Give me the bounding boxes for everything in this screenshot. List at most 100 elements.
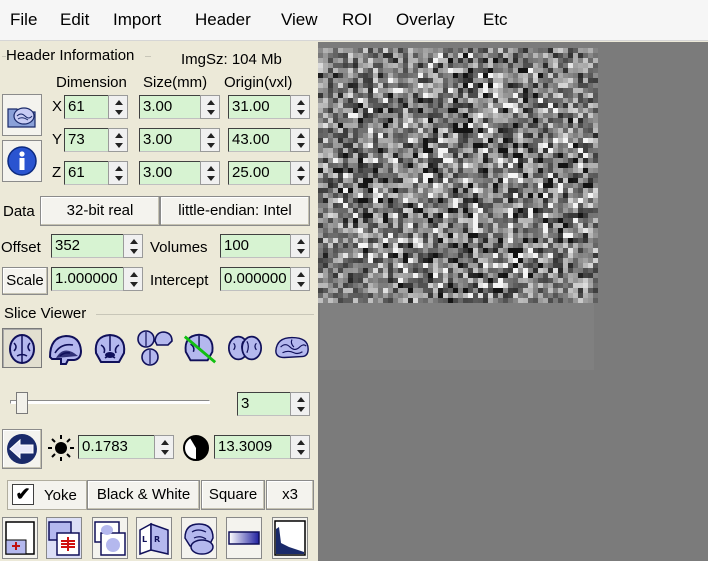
menu-import[interactable]: Import <box>113 10 161 30</box>
volume-spinner[interactable] <box>290 392 310 416</box>
volumes-spinner[interactable] <box>290 234 310 258</box>
oblique-view-icon <box>183 333 217 364</box>
colorbar-icon <box>228 531 260 545</box>
sagittal-view-button[interactable] <box>45 328 85 368</box>
offset-spinner[interactable] <box>123 234 143 258</box>
volume-field[interactable]: 3 <box>237 392 290 416</box>
multiplanar-view-button[interactable] <box>135 328 175 368</box>
render-view-icon <box>275 336 309 359</box>
menu-etc[interactable]: Etc <box>483 10 508 30</box>
toolbar-crosshair-button[interactable] <box>46 517 82 559</box>
contrast-field[interactable]: 13.3009 <box>214 435 290 459</box>
brightness-spinner[interactable] <box>154 435 174 459</box>
scale-spinner[interactable] <box>123 267 143 291</box>
shape-button[interactable]: Square <box>201 480 265 510</box>
toolbar-orientation-button[interactable]: L R <box>136 517 172 559</box>
axial-view-button[interactable] <box>2 328 42 368</box>
info-icon <box>7 146 37 176</box>
dimension-z-field[interactable]: 61 <box>64 161 108 185</box>
size-y-spinner[interactable] <box>200 128 220 152</box>
menu-roi[interactable]: ROI <box>342 10 372 30</box>
mosaic-view-button[interactable] <box>225 328 265 368</box>
scale-field[interactable]: 1.000000 <box>51 267 123 291</box>
size-x-field[interactable]: 3.00 <box>139 95 200 119</box>
offset-label: Offset <box>1 239 41 256</box>
header-info-title: Header Information <box>6 47 135 64</box>
size-z-field[interactable]: 3.00 <box>139 161 200 185</box>
sagittal-view-icon <box>48 334 83 365</box>
menu-view[interactable]: View <box>281 10 318 30</box>
dimension-z-spinner[interactable] <box>108 161 128 185</box>
intercept-spinner[interactable] <box>290 267 310 291</box>
toolbar-histogram-button[interactable] <box>272 517 308 559</box>
toolbar-slice-button[interactable] <box>2 517 38 559</box>
reset-view-button[interactable] <box>2 429 42 469</box>
contrast-spinner[interactable] <box>290 435 310 459</box>
slice-slider-thumb[interactable] <box>15 392 28 414</box>
size-y-field[interactable]: 3.00 <box>139 128 200 152</box>
datatype-button[interactable]: 32-bit real <box>40 196 160 226</box>
check-icon: ✔ <box>15 484 31 504</box>
origin-x-spinner[interactable] <box>290 95 310 119</box>
scale-button[interactable]: Scale <box>2 267 48 295</box>
intercept-label: Intercept <box>150 272 209 289</box>
slice-viewer-title: Slice Viewer <box>4 305 87 322</box>
svg-text:R: R <box>154 535 160 544</box>
svg-text:L: L <box>142 535 147 544</box>
menu-header[interactable]: Header <box>195 10 251 30</box>
coronal-view-icon <box>94 333 126 363</box>
coronal-view-button[interactable] <box>90 328 130 368</box>
toolbar-overlay-button[interactable] <box>92 517 128 559</box>
menu-overlay[interactable]: Overlay <box>396 10 455 30</box>
dimension-x-field[interactable]: 61 <box>64 95 108 119</box>
origin-z-field[interactable]: 25.00 <box>228 161 290 185</box>
control-panel: Header Information ImgSz: 104 Mb Dimensi… <box>0 42 318 561</box>
origin-y-spinner[interactable] <box>290 128 310 152</box>
origin-header: Origin(vxl) <box>224 74 293 91</box>
histogram-icon <box>274 520 306 556</box>
origin-z-spinner[interactable] <box>290 161 310 185</box>
toolbar-render-button[interactable] <box>181 517 217 559</box>
axial-view-icon <box>9 334 35 364</box>
data-label: Data <box>3 203 35 220</box>
multiplanar-view-icon <box>137 330 173 366</box>
yoke-checkbox[interactable]: ✔ <box>12 484 34 505</box>
brightness-icon <box>48 435 74 461</box>
volumes-label: Volumes <box>150 239 208 256</box>
size-z-spinner[interactable] <box>200 161 220 185</box>
axis-label-y: Y <box>52 131 63 148</box>
yoke-label: Yoke <box>44 487 77 504</box>
mosaic-view-icon <box>227 335 263 361</box>
colormap-button[interactable]: Black & White <box>87 480 200 510</box>
contrast-icon <box>183 435 209 461</box>
brain-slice-image[interactable] <box>318 48 598 304</box>
orientation-icon: L R <box>139 522 169 556</box>
origin-y-field[interactable]: 43.00 <box>228 128 290 152</box>
dimension-y-field[interactable]: 73 <box>64 128 108 152</box>
render-view-button[interactable] <box>272 328 312 368</box>
menu-file[interactable]: File <box>10 10 37 30</box>
brightness-field[interactable]: 0.1783 <box>78 435 154 459</box>
oblique-view-button[interactable] <box>180 328 220 368</box>
info-button[interactable] <box>2 140 42 182</box>
dimension-header: Dimension <box>56 74 127 91</box>
zoom-button[interactable]: x3 <box>266 480 314 510</box>
image-viewport[interactable] <box>318 42 708 561</box>
intercept-field[interactable]: 0.000000 <box>220 267 290 291</box>
toolbar-colorbar-button[interactable] <box>226 517 262 559</box>
menu-edit[interactable]: Edit <box>60 10 89 30</box>
menu-bar: File Edit Import Header View ROI Overlay… <box>0 0 708 41</box>
dimension-x-spinner[interactable] <box>108 95 128 119</box>
volumes-field[interactable]: 100 <box>220 234 290 258</box>
head-render-icon <box>184 523 214 555</box>
dimension-y-spinner[interactable] <box>108 128 128 152</box>
slice-slider-track[interactable] <box>10 400 210 404</box>
offset-field[interactable]: 352 <box>51 234 123 258</box>
back-arrow-icon <box>7 434 37 464</box>
crosshair-icon <box>48 521 80 556</box>
origin-x-field[interactable]: 31.00 <box>228 95 290 119</box>
size-x-spinner[interactable] <box>200 95 220 119</box>
axis-label-x: X <box>52 98 63 115</box>
open-image-button[interactable] <box>2 94 42 136</box>
endian-button[interactable]: little-endian: Intel <box>160 196 310 226</box>
